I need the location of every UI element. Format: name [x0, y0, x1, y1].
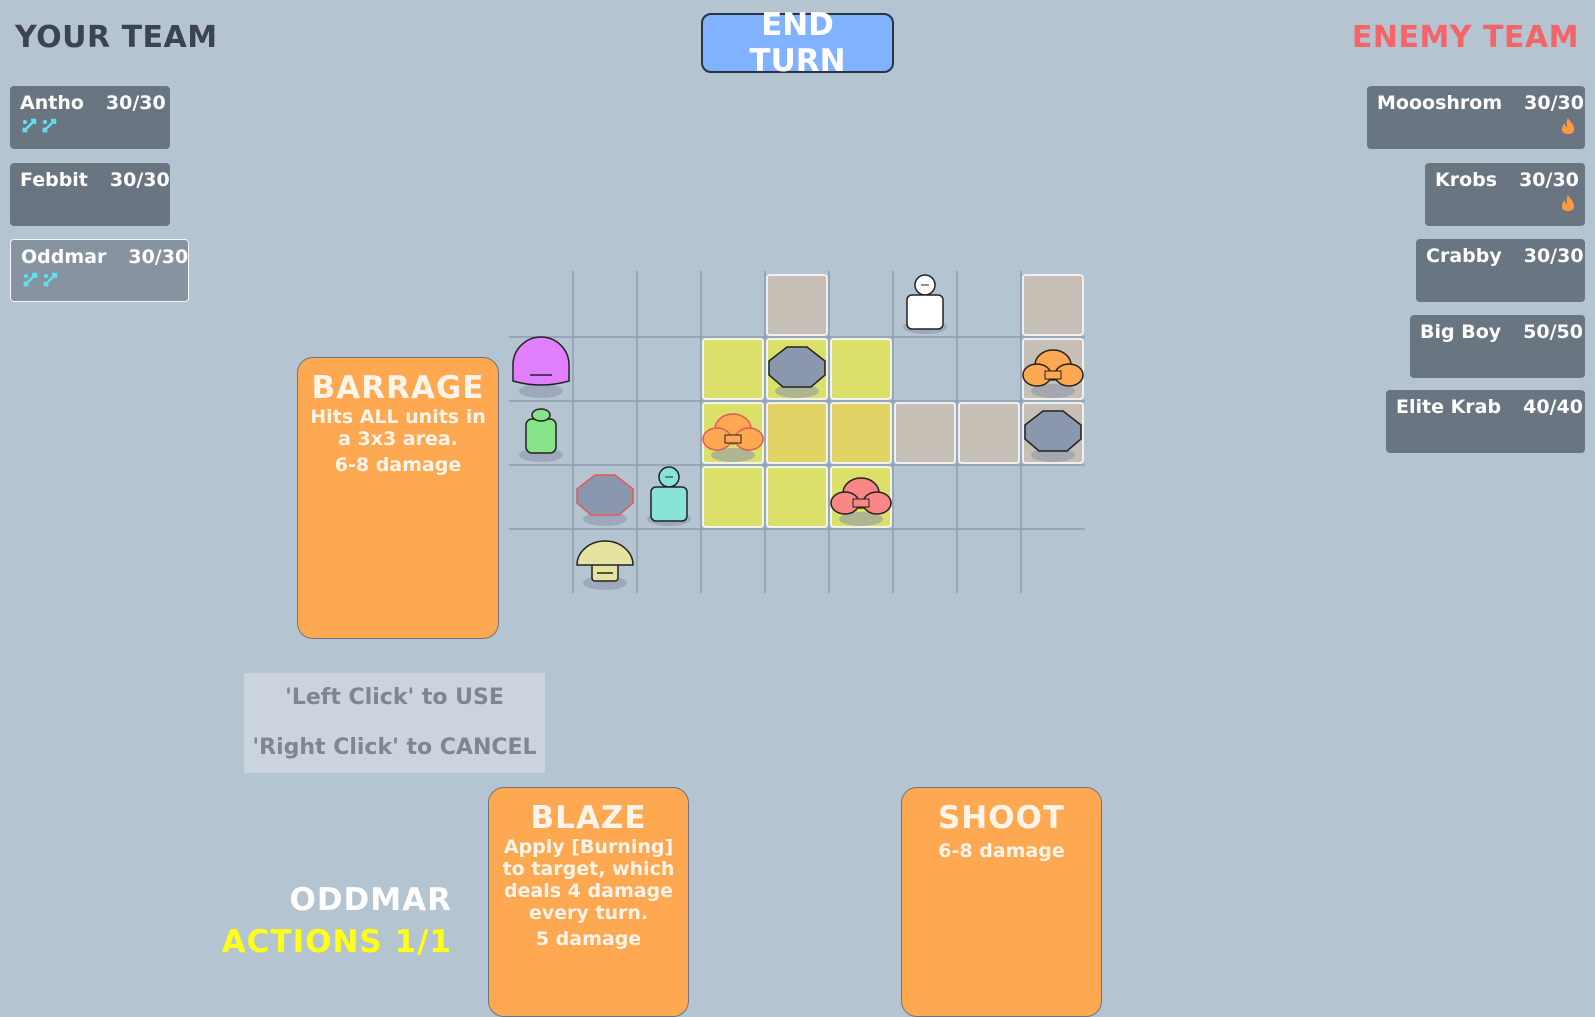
mushroom-enemy[interactable] — [576, 540, 634, 590]
unit-hp: 30/30 — [1519, 169, 1579, 191]
hint-cancel: 'Right Click' to CANCEL — [252, 735, 537, 760]
rock-obstacle[interactable] — [576, 474, 634, 526]
actions-counter: ACTIONS 1/1 — [221, 924, 452, 960]
ability-description: Hits ALL units in a 3x3 area. — [310, 406, 486, 450]
rock-obstacle[interactable] — [768, 346, 826, 398]
ability-description: Apply [Burning] to target, which deals 4… — [502, 836, 675, 924]
rock-icon — [576, 474, 634, 516]
unit-name: Crabby — [1426, 245, 1502, 267]
active-unit-name: ODDMAR — [289, 882, 452, 918]
rock-obstacle[interactable] — [1024, 410, 1082, 462]
grid-tile-target-center[interactable] — [766, 402, 828, 464]
burning-icon — [1561, 117, 1575, 139]
sword-buff-icon — [40, 117, 58, 139]
crab-face-icon — [724, 434, 742, 444]
unit-shadow — [519, 384, 563, 398]
mushroom-cap-icon — [576, 540, 634, 566]
grid-tile-target-area[interactable] — [702, 338, 764, 400]
unit-name: Krobs — [1435, 169, 1498, 191]
human-ally[interactable] — [647, 466, 691, 526]
grid-tile-blocked[interactable] — [958, 402, 1020, 464]
controls-hint: 'Left Click' to USE 'Right Click' to CAN… — [244, 673, 545, 773]
selected-player-unit[interactable] — [903, 274, 947, 334]
unit-hp: 30/30 — [109, 169, 170, 191]
burning-icon — [1561, 194, 1575, 216]
blob-icon — [512, 336, 570, 386]
unit-hp: 30/30 — [105, 92, 166, 114]
unit-hp: 30/30 — [1524, 92, 1584, 114]
ability-damage: 6-8 damage — [938, 840, 1065, 862]
grid-tile-blocked[interactable] — [1022, 274, 1084, 336]
ability-card-barrage[interactable]: BARRAGE Hits ALL units in a 3x3 area. 6-… — [297, 357, 499, 639]
status-row — [20, 117, 160, 139]
ability-damage: 5 damage — [535, 928, 642, 950]
ability-card-shoot[interactable]: SHOOT 6-8 damage — [901, 787, 1102, 1017]
enemy-card-crabby[interactable]: Crabby 30/30 — [1416, 239, 1585, 302]
unit-name: Febbit — [20, 169, 88, 191]
ability-damage: 6-8 damage — [334, 454, 462, 476]
grid-tile-blocked[interactable] — [894, 402, 956, 464]
crab-face-icon — [1044, 370, 1062, 380]
unit-hp: 30/30 — [128, 246, 189, 268]
frog-body-icon — [525, 418, 557, 454]
grid-tile-target-area[interactable] — [766, 466, 828, 528]
enemy-team-title: ENEMY TEAM — [1351, 20, 1579, 55]
grid-tile-target-center[interactable] — [830, 402, 892, 464]
frog-head-icon — [531, 408, 551, 422]
human-body-icon — [650, 486, 688, 522]
status-row — [1435, 194, 1575, 216]
enemy-card-krobs[interactable]: Krobs 30/30 — [1425, 163, 1585, 226]
your-team-title: YOUR TEAM — [15, 20, 218, 55]
grid-tile-target-area[interactable] — [830, 338, 892, 400]
unit-hp: 40/40 — [1523, 396, 1583, 418]
ally-card-oddmar[interactable]: Oddmar 30/30 — [10, 239, 189, 302]
ally-card-febbit[interactable]: Febbit 30/30 — [10, 163, 170, 226]
unit-hp: 50/50 — [1523, 321, 1583, 343]
battle-grid[interactable] — [0, 0, 1595, 995]
big-boy-enemy[interactable] — [512, 336, 570, 398]
crab-face-icon — [852, 498, 870, 508]
status-row — [1396, 421, 1575, 443]
status-row — [1377, 117, 1575, 139]
enemy-card-moooshrom[interactable]: Moooshrom 30/30 — [1367, 86, 1585, 149]
unit-name: Oddmar — [21, 246, 107, 268]
ability-name: BLAZE — [530, 800, 647, 836]
unit-name: Antho — [20, 92, 84, 114]
grid-tile-blocked[interactable] — [766, 274, 828, 336]
human-body-icon — [906, 294, 944, 330]
unit-hp: 30/30 — [1523, 245, 1584, 267]
status-row — [1426, 270, 1575, 292]
unit-name: Big Boy — [1420, 321, 1502, 343]
ally-card-antho[interactable]: Antho 30/30 — [10, 86, 170, 149]
grid-tile-target-area[interactable] — [702, 466, 764, 528]
ability-card-blaze[interactable]: BLAZE Apply [Burning] to target, which d… — [488, 787, 689, 1017]
ability-name: SHOOT — [937, 800, 1066, 836]
status-row — [20, 194, 160, 216]
enemy-card-big-boy[interactable]: Big Boy 50/50 — [1410, 315, 1585, 378]
sword-buff-icon — [21, 271, 39, 293]
status-row — [1420, 346, 1575, 368]
status-row — [21, 271, 178, 293]
sword-buff-icon — [20, 117, 38, 139]
end-turn-button[interactable]: END TURN — [701, 7, 894, 79]
hint-use: 'Left Click' to USE — [285, 685, 504, 710]
unit-name: Elite Krab — [1396, 396, 1502, 418]
unit-name: Moooshrom — [1377, 92, 1503, 114]
frog-ally[interactable] — [519, 408, 563, 462]
ability-name: BARRAGE — [311, 370, 485, 406]
enemy-card-elite-krab[interactable]: Elite Krab 40/40 — [1386, 390, 1585, 453]
sword-buff-icon — [41, 271, 59, 293]
